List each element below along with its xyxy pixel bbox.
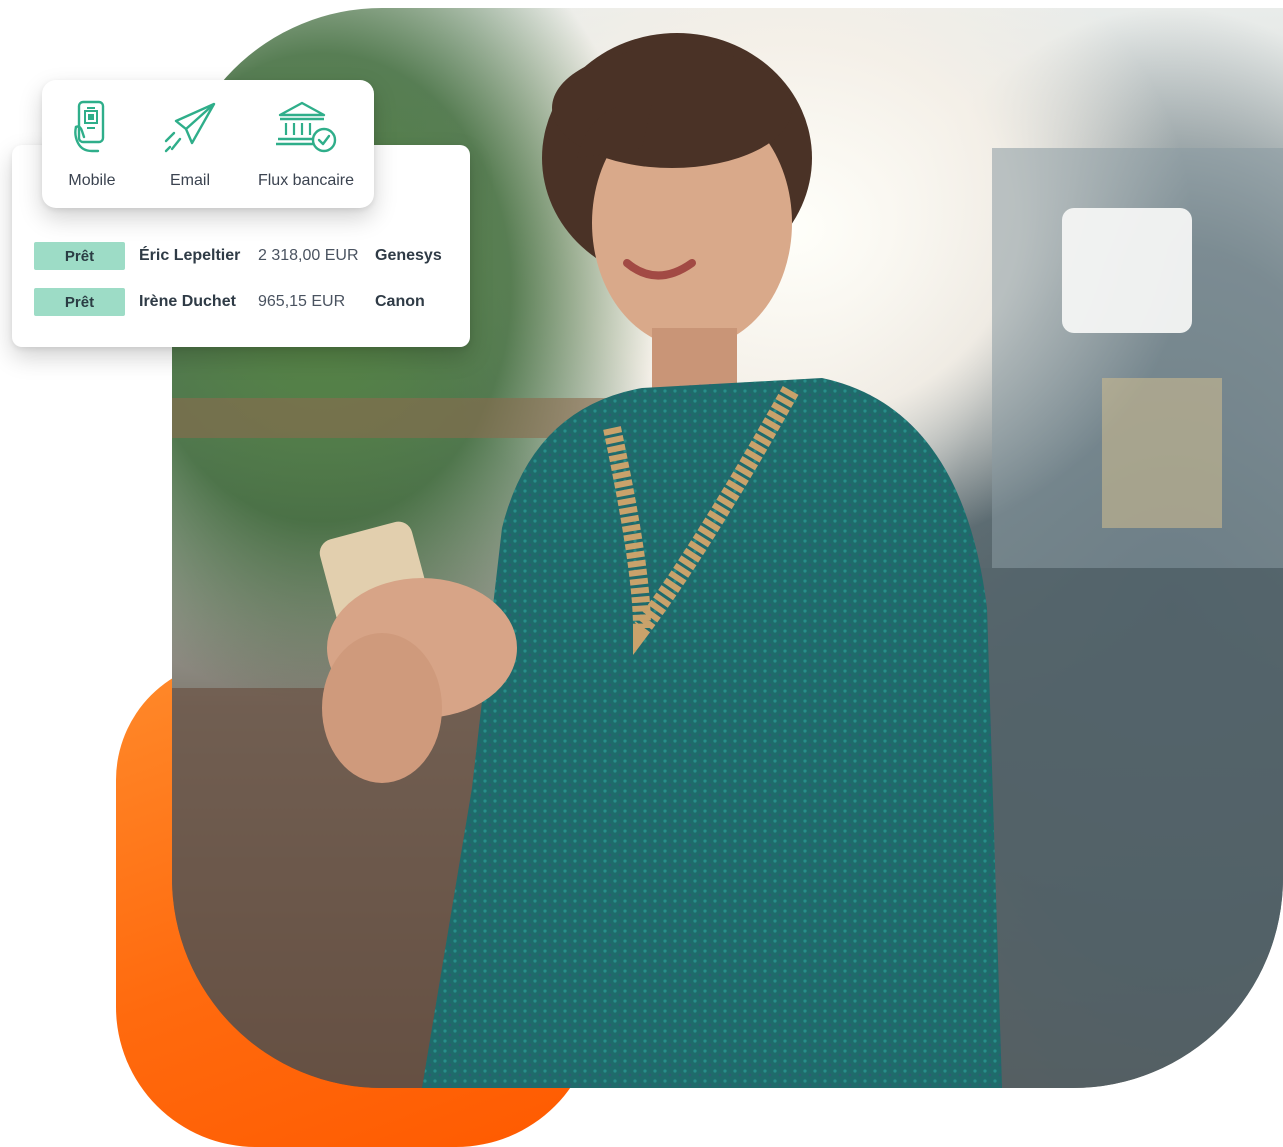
- status-badge: Prêt: [34, 288, 125, 316]
- payer-name: Éric Lepeltier: [139, 247, 241, 264]
- bank-check-icon: [272, 98, 340, 156]
- table-row[interactable]: Prêt Éric Lepeltier 2 318,00 EUR Genesys: [34, 242, 442, 270]
- channel-label: Mobile: [68, 172, 116, 189]
- payer-name: Irène Duchet: [139, 293, 236, 310]
- amount: 2 318,00 EUR: [258, 247, 359, 264]
- company-name: Canon: [375, 293, 425, 310]
- channel-mobile[interactable]: Mobile: [56, 80, 128, 208]
- channel-label: Email: [169, 172, 210, 189]
- channels-card: Mobile Email Flux bancaire: [42, 80, 374, 208]
- company-name: Genesys: [375, 247, 442, 264]
- channel-label: Flux bancaire: [257, 172, 355, 189]
- paper-plane-icon: [162, 98, 218, 156]
- table-row[interactable]: Prêt Irène Duchet 965,15 EUR Canon: [34, 288, 425, 316]
- amount: 965,15 EUR: [258, 293, 346, 310]
- channel-bank-feed[interactable]: Flux bancaire: [248, 80, 364, 208]
- hero-visual: Prêt Éric Lepeltier 2 318,00 EUR Genesys…: [0, 0, 1283, 1147]
- mobile-scan-icon: [72, 98, 112, 156]
- channel-email[interactable]: Email: [154, 80, 226, 208]
- status-badge: Prêt: [34, 242, 125, 270]
